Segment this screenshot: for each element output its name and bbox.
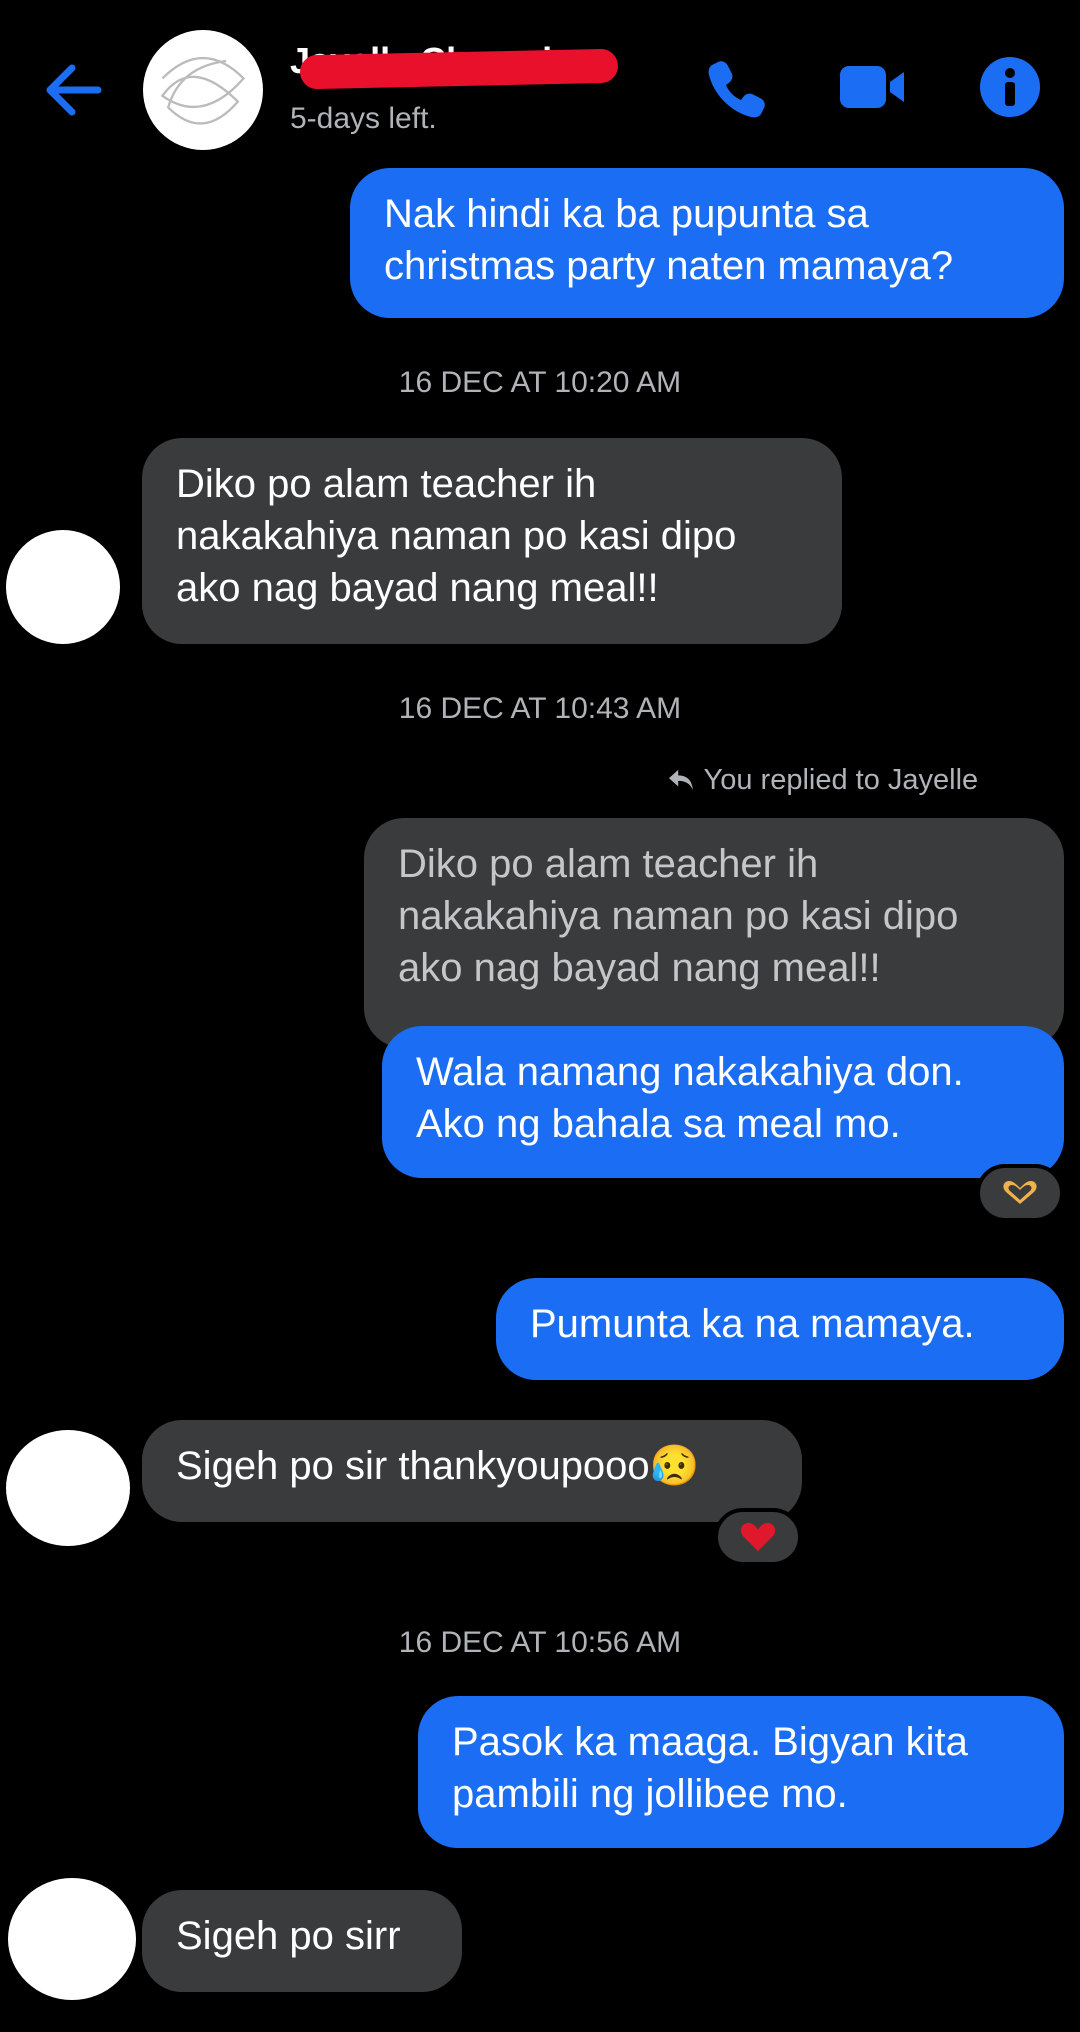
outgoing-message-bubble[interactable]: Pasok ka maaga. Bigyan kita pambili ng j…: [418, 1696, 1064, 1848]
info-icon[interactable]: [975, 52, 1045, 122]
contact-avatar-small[interactable]: [8, 1432, 128, 1544]
incoming-message-bubble[interactable]: Sigeh po sirr: [142, 1890, 462, 1992]
outgoing-message-bubble[interactable]: Wala namang nakakahiya don. Ako ng bahal…: [382, 1026, 1064, 1178]
video-call-icon[interactable]: [838, 52, 908, 122]
back-arrow-icon[interactable]: [42, 62, 102, 118]
contact-avatar[interactable]: [145, 32, 261, 148]
contact-status: 5-days left.: [290, 102, 437, 135]
heart-hands-reaction[interactable]: [976, 1164, 1064, 1222]
incoming-message-bubble[interactable]: Sigeh po sir thankyoupooo😥: [142, 1420, 802, 1522]
quoted-message-bubble[interactable]: Diko po alam teacher ih nakakahiya naman…: [364, 818, 1064, 1048]
contact-avatar-small[interactable]: [8, 532, 118, 642]
timestamp: 16 DEC AT 10:20 AM: [398, 366, 682, 399]
timestamp: 16 DEC AT 10:56 AM: [398, 1626, 682, 1659]
red-heart-reaction[interactable]: [714, 1508, 802, 1566]
contact-avatar-small[interactable]: [10, 1880, 134, 1998]
reply-arrow-icon: [666, 764, 704, 796]
name-redaction: [299, 48, 619, 90]
reply-note: You replied to Jayelle: [666, 764, 978, 797]
heart-hands-icon: [1003, 1181, 1037, 1204]
outgoing-message-bubble[interactable]: Pumunta ka na mamaya.: [496, 1278, 1064, 1380]
incoming-message-bubble[interactable]: Diko po alam teacher ih nakakahiya naman…: [142, 438, 842, 644]
red-heart-icon: [740, 1522, 776, 1552]
phone-call-icon[interactable]: [700, 52, 770, 122]
reply-note-text: You replied to Jayelle: [703, 764, 979, 796]
timestamp: 16 DEC AT 10:43 AM: [398, 692, 682, 725]
outgoing-message-bubble[interactable]: Nak hindi ka ba pupunta sa christmas par…: [350, 168, 1064, 318]
